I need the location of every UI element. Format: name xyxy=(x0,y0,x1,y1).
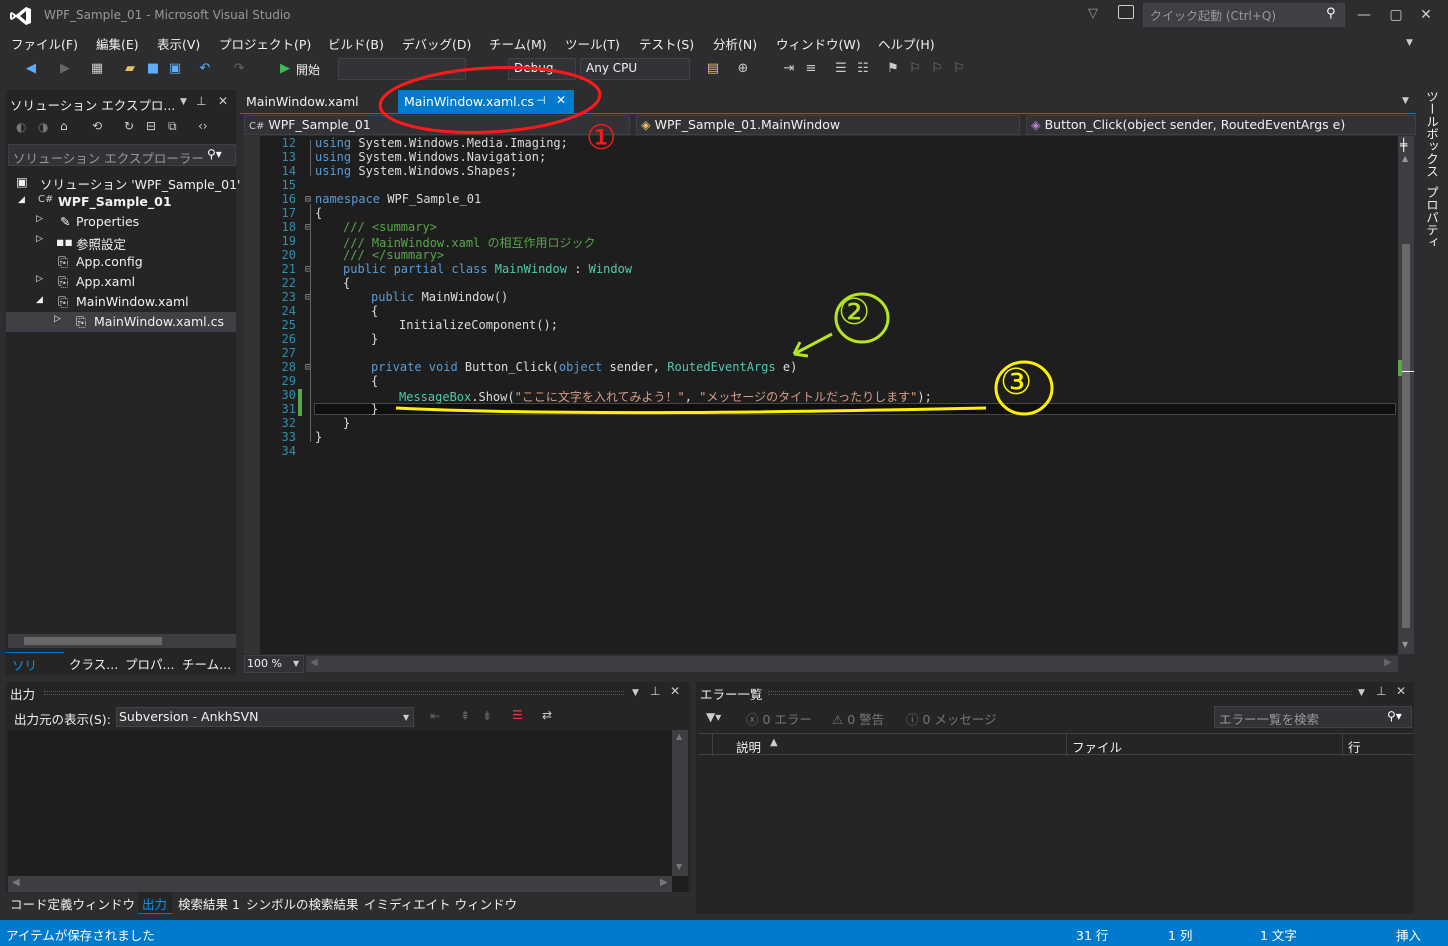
output-source-combo[interactable]: Subversion - AnkhSVN ▼ xyxy=(116,707,414,727)
search-icon[interactable]: ⚲▾ xyxy=(1387,709,1402,723)
errors-count: 0 エラー xyxy=(762,712,812,727)
panel-grip xyxy=(768,691,1352,695)
column-description[interactable]: 説明 xyxy=(736,737,761,756)
annotation-label-3: ③ xyxy=(1000,362,1033,403)
warnings-count: 0 警告 xyxy=(847,712,885,727)
annotation-underline-yellow xyxy=(395,406,987,415)
column-file[interactable]: ファイル xyxy=(1072,737,1122,756)
annotation-circle-red xyxy=(378,66,602,134)
error-list-title: エラー一覧 xyxy=(700,687,763,702)
tab-symbol-results[interactable]: シンボルの検索結果 xyxy=(246,894,359,913)
column-line[interactable]: 行 xyxy=(1348,737,1361,756)
messages-filter-button[interactable]: ⓘ 0 メッセージ xyxy=(906,709,997,728)
pin-icon[interactable]: ⊥ xyxy=(1376,684,1386,698)
error-search-placeholder: エラー一覧を検索 xyxy=(1219,712,1320,727)
output-source-value: Subversion - AnkhSVN xyxy=(119,709,259,724)
status-char: 1 文字 xyxy=(1260,928,1297,943)
clear-all-icon[interactable]: ☰ xyxy=(512,708,523,722)
error-search-input[interactable]: エラー一覧を検索 ⚲▾ xyxy=(1214,706,1412,728)
error-list-header: 説明 ▲ ファイル 行 xyxy=(698,733,1414,756)
chevron-down-icon: ▼ xyxy=(403,713,410,722)
status-message: アイテムが保存されました xyxy=(6,928,155,943)
status-bar: アイテムが保存されました 31 行 1 列 1 文字 挿入 xyxy=(0,920,1448,946)
scroll-right-icon[interactable]: ▶ xyxy=(660,877,668,888)
scroll-up-icon[interactable]: ▲ xyxy=(676,732,682,741)
close-panel-icon[interactable]: ✕ xyxy=(670,684,680,698)
annotation-label-1: ① xyxy=(586,118,617,158)
warnings-filter-button[interactable]: ⚠ 0 警告 xyxy=(832,709,884,728)
panel-menu-icon[interactable]: ▼ xyxy=(1358,688,1365,698)
tab-output[interactable]: 出力 xyxy=(138,892,172,914)
scroll-left-icon[interactable]: ◀ xyxy=(12,877,20,888)
sort-ascending-icon: ▲ xyxy=(770,737,778,748)
panel-menu-icon[interactable]: ▼ xyxy=(632,688,639,698)
errors-filter-button[interactable]: ⓧ 0 エラー xyxy=(746,709,812,728)
status-line: 31 行 xyxy=(1076,928,1109,943)
column-divider xyxy=(1342,734,1343,756)
messages-count: 0 メッセージ xyxy=(922,712,997,727)
status-insert-mode: 挿入 xyxy=(1396,928,1422,943)
column-divider xyxy=(712,734,713,756)
output-title: 出力 xyxy=(10,687,36,702)
tab-find-results[interactable]: 検索結果 1 xyxy=(178,894,240,913)
error-list-body[interactable] xyxy=(698,756,1414,914)
tab-code-definition[interactable]: コード定義ウィンドウ xyxy=(10,894,135,913)
annotation-arrow-green xyxy=(792,332,833,358)
output-vertical-scrollbar[interactable]: ▲ ▼ xyxy=(672,730,688,876)
output-source-label: 出力元の表示(S): xyxy=(14,712,111,727)
find-message-icon[interactable]: ⇤ xyxy=(430,709,440,723)
output-text-area[interactable] xyxy=(8,730,688,892)
panel-grip xyxy=(44,691,624,695)
filter-icon[interactable]: ▼▾ xyxy=(706,710,721,724)
word-wrap-icon[interactable]: ⇄ xyxy=(542,708,552,722)
scroll-down-icon[interactable]: ▼ xyxy=(676,862,682,871)
prev-message-icon[interactable]: ⇞ xyxy=(460,709,470,723)
close-panel-icon[interactable]: ✕ xyxy=(1396,684,1406,698)
next-message-icon[interactable]: ⇟ xyxy=(482,709,492,723)
tab-immediate-window[interactable]: イミディエイト ウィンドウ xyxy=(364,894,517,913)
status-column: 1 列 xyxy=(1168,928,1193,943)
column-divider xyxy=(1066,734,1067,756)
pin-icon[interactable]: ⊥ xyxy=(650,684,660,698)
output-horizontal-scrollbar[interactable]: ◀ ▶ xyxy=(8,876,672,892)
annotation-label-2: ② xyxy=(838,292,871,333)
